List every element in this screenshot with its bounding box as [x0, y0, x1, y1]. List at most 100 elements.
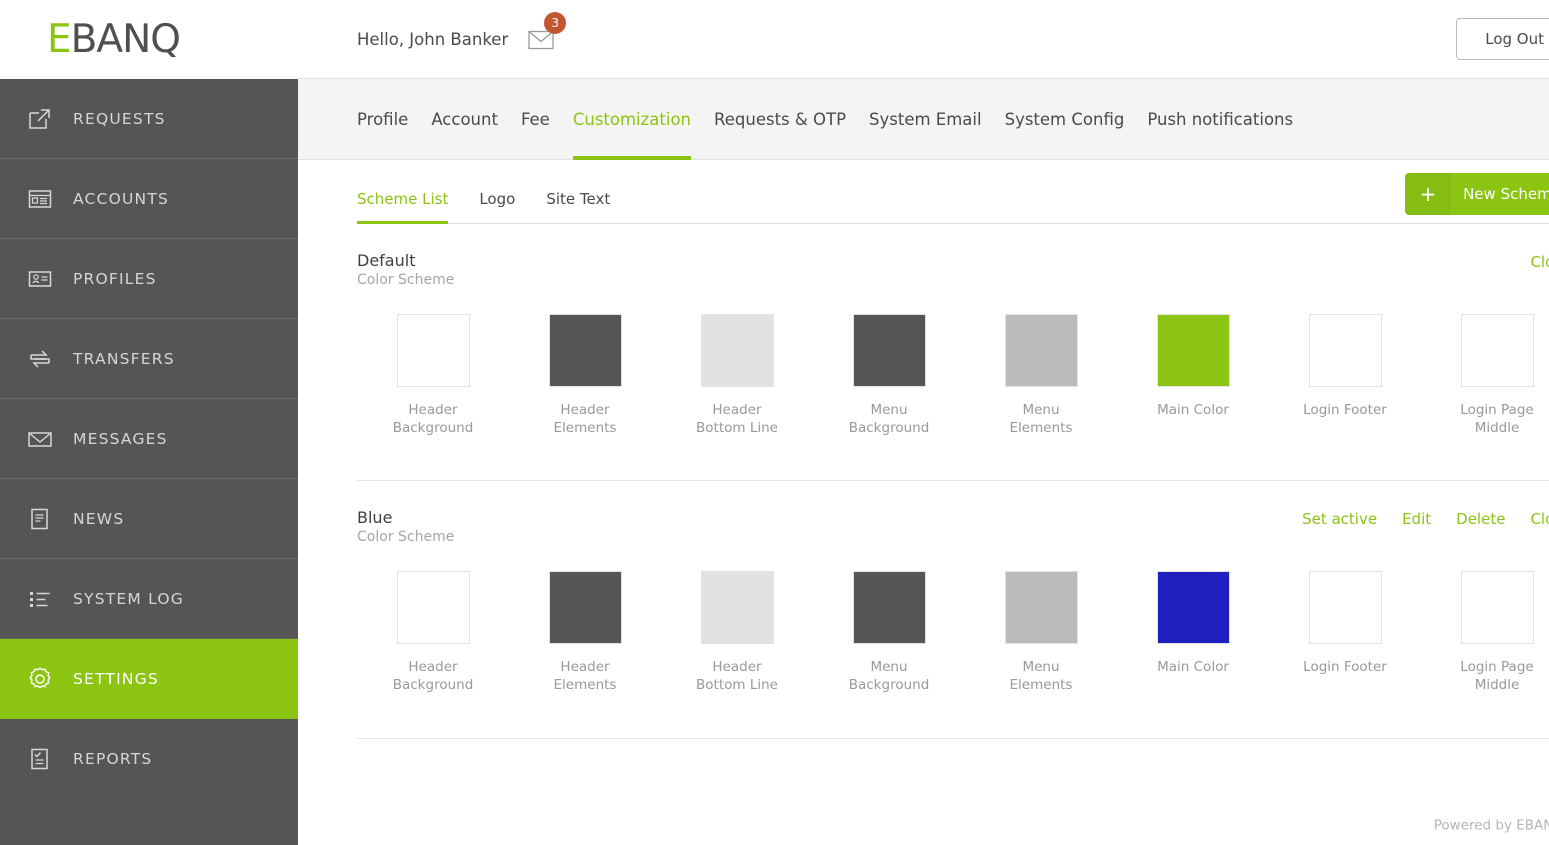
swatch-label: MenuBackground	[849, 401, 930, 437]
swatch-cell: HeaderBackground	[357, 314, 509, 437]
tab-fee[interactable]: Fee	[521, 79, 550, 160]
swatch-label-line2: Elements	[554, 677, 617, 693]
swatch-label-line1: Header	[560, 402, 609, 418]
logo-letters-banq: BANQ	[71, 17, 180, 62]
swatch-label-line1: Main Color	[1157, 402, 1229, 418]
color-swatch[interactable]	[1005, 571, 1078, 644]
app-root: EBANQ REQUESTSACCOUNTSPROFILES TRANSFERS M…	[0, 0, 1549, 845]
swatch-cell: HeaderBottom Line	[661, 314, 813, 437]
subtabs-row: Scheme List Logo Site Text + New Scheme	[357, 160, 1549, 224]
color-swatch[interactable]	[1309, 314, 1382, 387]
color-swatch[interactable]	[1461, 571, 1534, 644]
swatch-label-line1: Header	[712, 659, 761, 675]
swatch-cell: Menu Background	[813, 571, 965, 694]
swatch-label: Header Bottom Line	[696, 658, 778, 694]
scheme-action-clone[interactable]: Clone	[1530, 510, 1549, 528]
footer-text: Powered by EBANQ	[1434, 817, 1549, 833]
tab-push-notifications[interactable]: Push notifications	[1147, 79, 1293, 160]
sidebar-item-profiles[interactable]: PROFILES	[0, 239, 298, 319]
color-swatch[interactable]	[853, 314, 926, 387]
swatch-label: HeaderElements	[554, 401, 617, 437]
color-swatch[interactable]	[549, 571, 622, 644]
external-link-icon	[18, 106, 62, 132]
swatch-label-line2: Background	[849, 677, 930, 693]
subtab-logo[interactable]: Logo	[479, 190, 515, 224]
color-swatch[interactable]	[701, 314, 774, 387]
swatch-label-line2: Middle	[1475, 677, 1520, 693]
sidebar-item-requests[interactable]: REQUESTS	[0, 79, 298, 159]
sidebar-item-label: MESSAGES	[62, 430, 168, 448]
swatch-label-line2: Elements	[1010, 420, 1073, 436]
tab-profile[interactable]: Profile	[357, 79, 408, 160]
messages-badge: 3	[544, 12, 566, 34]
scheme-actions: Clone	[1530, 251, 1549, 271]
color-swatch[interactable]	[701, 571, 774, 644]
scheme-divider	[357, 738, 1549, 739]
news-document-icon	[18, 506, 62, 532]
color-swatch[interactable]	[397, 314, 470, 387]
swatch-cell: HeaderBackground	[357, 571, 509, 694]
swatch-label: MenuElements	[1010, 658, 1073, 694]
swatch-label-line1: Menu	[870, 402, 907, 418]
sidebar-item-news[interactable]: NEWS	[0, 479, 298, 559]
swatch-label-line1: Login Page	[1460, 659, 1533, 675]
envelope-icon	[18, 426, 62, 452]
scheme-header: DefaultColor SchemeClone	[357, 251, 1549, 290]
color-swatch[interactable]	[549, 314, 622, 387]
scheme-action-edit[interactable]: Edit	[1402, 510, 1431, 528]
sidebar-item-settings[interactable]: SETTINGS	[0, 639, 298, 719]
new-scheme-button[interactable]: + New Scheme	[1405, 173, 1549, 215]
messages-button[interactable]: 3	[528, 22, 562, 56]
swatch-cell: Login PageMiddle	[1421, 314, 1549, 437]
color-swatch[interactable]	[853, 571, 926, 644]
sidebar-item-messages[interactable]: MESSAGES	[0, 399, 298, 479]
swatch-label: Login Footer	[1303, 401, 1387, 419]
scheme-action-set-active[interactable]: Set active	[1302, 510, 1377, 528]
logout-button[interactable]: Log Out	[1456, 18, 1549, 60]
color-swatch[interactable]	[1157, 571, 1230, 644]
subtab-site-text[interactable]: Site Text	[546, 190, 610, 224]
swatch-label-line2: Bottom Line	[696, 677, 778, 693]
color-swatch[interactable]	[1157, 314, 1230, 387]
tab-account[interactable]: Account	[431, 79, 498, 160]
swatch-label-line2: Elements	[1010, 677, 1073, 693]
scheme-action-clone[interactable]: Clone	[1530, 253, 1549, 271]
swatch-label: MenuElements	[1010, 401, 1073, 437]
tab-system-email[interactable]: System Email	[869, 79, 982, 160]
color-swatch[interactable]	[1005, 314, 1078, 387]
subtab-scheme-list[interactable]: Scheme List	[357, 190, 448, 224]
sidebar-item-label: SETTINGS	[62, 670, 159, 688]
swatch-label-line1: Login Page	[1460, 402, 1533, 418]
sidebar-item-system-log[interactable]: SYSTEM LOG	[0, 559, 298, 639]
sidebar-item-label: REPORTS	[62, 750, 152, 768]
swatch-label: Login Footer	[1303, 658, 1387, 676]
sidebar-item-label: TRANSFERS	[62, 350, 175, 368]
swatch-row: HeaderBackgroundHeaderElementsHeaderBott…	[357, 571, 1549, 694]
scheme-actions: Set active Edit Delete Clone	[1302, 508, 1549, 528]
tab-customization[interactable]: Customization	[573, 79, 691, 160]
color-swatch[interactable]	[1461, 314, 1534, 387]
tab-requests-otp[interactable]: Requests & OTP	[714, 79, 846, 160]
tab-system-config[interactable]: System Config	[1005, 79, 1125, 160]
swatch-cell: Header Bottom Line	[661, 571, 813, 694]
top-header-bar: Hello, John Banker 3 Log Out	[298, 0, 1549, 79]
color-swatch[interactable]	[397, 571, 470, 644]
sidebar-item-label: SYSTEM LOG	[62, 590, 184, 608]
sidebar-item-transfers[interactable]: TRANSFERS	[0, 319, 298, 399]
swatch-label: Login PageMiddle	[1460, 401, 1533, 437]
swatch-label-line1: Menu	[870, 659, 907, 675]
scheme-action-delete[interactable]: Delete	[1456, 510, 1505, 528]
swatch-label: Menu Background	[849, 658, 930, 694]
swatch-label-line1: Header	[408, 659, 457, 675]
scheme-header: BlueColor Scheme Set active Edit Delete Clon…	[357, 508, 1549, 547]
scheme-block: DefaultColor SchemeClone HeaderBackground…	[357, 224, 1549, 481]
color-swatch[interactable]	[1309, 571, 1382, 644]
sidebar-item-reports[interactable]: REPORTS	[0, 719, 298, 799]
sidebar: EBANQ REQUESTSACCOUNTSPROFILES TRANSFERS M…	[0, 0, 298, 845]
sidebar-item-accounts[interactable]: ACCOUNTS	[0, 159, 298, 239]
customization-subtabs: Scheme List Logo Site Text	[357, 190, 641, 224]
transfer-arrows-icon	[18, 346, 62, 372]
content-panel: Scheme List Logo Site Text + New Scheme De…	[298, 160, 1549, 845]
scheme-titles: BlueColor Scheme	[357, 508, 454, 547]
logo[interactable]: EBANQ	[0, 0, 298, 79]
